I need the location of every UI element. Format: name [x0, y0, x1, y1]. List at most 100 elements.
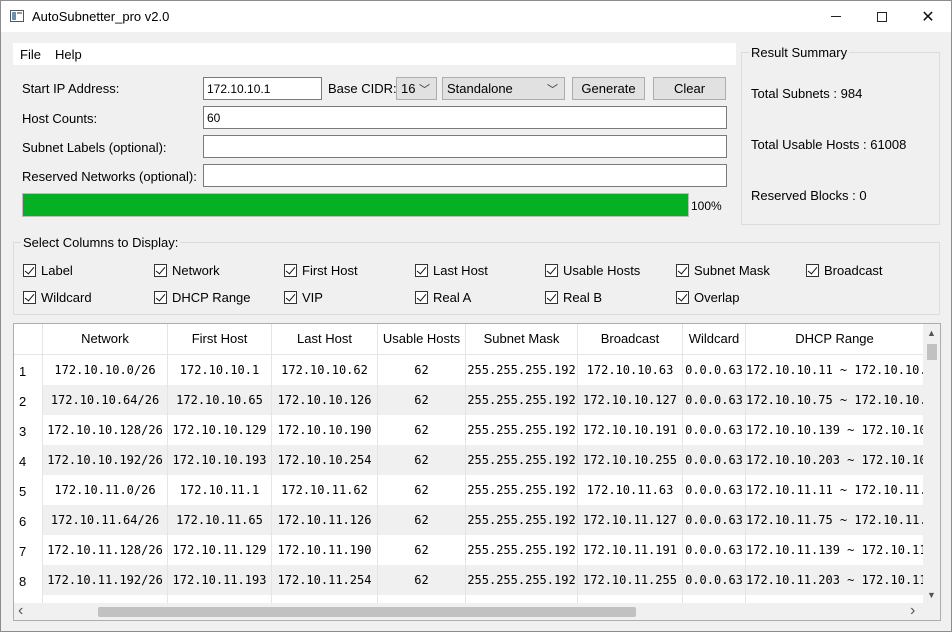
table-cell[interactable]: 62 [378, 475, 466, 505]
subnet-labels-input[interactable] [203, 135, 727, 158]
results-table[interactable]: Network First Host Last Host Usable Host… [13, 323, 941, 621]
row-number[interactable]: 1 [14, 355, 43, 385]
checkmark-icon[interactable] [545, 291, 558, 304]
clear-button[interactable]: Clear [653, 77, 726, 100]
table-cell[interactable]: 172.10.11.127 [578, 505, 683, 535]
table-cell[interactable]: 172.10.11.0/26 [43, 475, 168, 505]
row-number[interactable]: 7 [14, 535, 43, 565]
table-cell[interactable]: 172.10.10.139 ~ 172.10.10.189 [746, 415, 924, 445]
table-cell[interactable]: 172.10.10.1 [168, 355, 272, 385]
table-row[interactable]: 1 172.10.10.0/26 172.10.10.1 172.10.10.62 62… [14, 355, 924, 385]
table-row[interactable]: 2 172.10.10.64/26 172.10.10.65 172.10.10.12… [14, 385, 924, 415]
table-cell[interactable]: 172.10.11.128/26 [43, 535, 168, 565]
row-number[interactable]: 6 [14, 505, 43, 535]
table-cell[interactable]: 172.10.11.190 [272, 535, 378, 565]
table-cell[interactable]: 255.255.255.192 [466, 355, 578, 385]
checkmark-icon[interactable] [415, 291, 428, 304]
checkbox-network[interactable]: Network [154, 263, 220, 278]
table-cell[interactable]: 172.10.11.64/26 [43, 505, 168, 535]
col-header-network[interactable]: Network [43, 324, 168, 355]
table-cell[interactable]: 172.10.11.63 [578, 475, 683, 505]
checkmark-icon[interactable] [806, 264, 819, 277]
checkmark-icon[interactable] [154, 291, 167, 304]
host-counts-input[interactable]: 60 [203, 106, 727, 129]
table-cell[interactable]: 255.255.255.192 [466, 415, 578, 445]
table-cell[interactable]: 172.10.11.193 [168, 565, 272, 595]
table-cell[interactable]: 172.10.11.62 [272, 475, 378, 505]
checkmark-icon[interactable] [676, 291, 689, 304]
checkbox-last-host[interactable]: Last Host [415, 263, 488, 278]
table-cell[interactable]: 172.10.10.192/26 [43, 445, 168, 475]
table-row[interactable]: 8 172.10.11.192/26 172.10.11.193 172.10.11.… [14, 565, 924, 595]
scroll-down-icon[interactable]: ▼ [927, 590, 936, 600]
table-cell[interactable]: 172.10.11.191 [578, 535, 683, 565]
table-cell[interactable]: 172.10.10.64/26 [43, 385, 168, 415]
vertical-scrollbar[interactable]: ▲ ▼ [923, 324, 940, 605]
mode-select[interactable]: Standalone ﹀ [442, 77, 565, 100]
table-row[interactable]: 5 172.10.11.0/26 172.10.11.1 172.10.11.62 62… [14, 475, 924, 505]
table-cell[interactable]: 172.10.10.190 [272, 415, 378, 445]
checkmark-icon[interactable] [23, 291, 36, 304]
scroll-left-icon[interactable]: ‹ [18, 603, 23, 619]
menu-file[interactable]: File [20, 47, 41, 62]
generate-button[interactable]: Generate [572, 77, 645, 100]
table-cell[interactable]: 255.255.255.192 [466, 505, 578, 535]
horizontal-scroll-thumb[interactable] [98, 607, 636, 617]
col-header-wildcard[interactable]: Wildcard [683, 324, 746, 355]
checkmark-icon[interactable] [676, 264, 689, 277]
checkmark-icon[interactable] [154, 264, 167, 277]
checkmark-icon[interactable] [545, 264, 558, 277]
table-cell[interactable]: 62 [378, 385, 466, 415]
table-cell[interactable]: 0.0.0.63 [683, 415, 746, 445]
table-cell[interactable]: 62 [378, 445, 466, 475]
table-cell[interactable]: 172.10.11.192/26 [43, 565, 168, 595]
table-cell[interactable]: 172.10.11.139 ~ 172.10.11.189 [746, 535, 924, 565]
table-cell[interactable]: 172.10.10.11 ~ 172.10.10.61 [746, 355, 924, 385]
table-cell[interactable]: 172.10.10.191 [578, 415, 683, 445]
checkmark-icon[interactable] [415, 264, 428, 277]
checkbox-first-host[interactable]: First Host [284, 263, 358, 278]
table-cell[interactable]: 172.10.11.129 [168, 535, 272, 565]
table-cell[interactable]: 172.10.10.127 [578, 385, 683, 415]
table-cell[interactable]: 172.10.10.0/26 [43, 355, 168, 385]
maximize-button[interactable] [859, 1, 905, 32]
table-cell[interactable]: 172.10.11.65 [168, 505, 272, 535]
table-cell[interactable]: 172.10.11.255 [578, 565, 683, 595]
checkbox-real-b[interactable]: Real B [545, 290, 602, 305]
table-cell[interactable]: 172.10.10.193 [168, 445, 272, 475]
table-cell[interactable]: 0.0.0.63 [683, 535, 746, 565]
table-cell[interactable]: 172.10.10.129 [168, 415, 272, 445]
col-header-first-host[interactable]: First Host [168, 324, 272, 355]
table-cell[interactable]: 172.10.10.65 [168, 385, 272, 415]
scroll-right-icon[interactable]: › [910, 603, 915, 619]
table-cell[interactable]: 0.0.0.63 [683, 385, 746, 415]
checkbox-dhcp-range[interactable]: DHCP Range [154, 290, 251, 305]
table-cell[interactable]: 62 [378, 505, 466, 535]
table-cell[interactable]: 255.255.255.192 [466, 475, 578, 505]
table-cell[interactable]: 0.0.0.63 [683, 445, 746, 475]
checkbox-broadcast[interactable]: Broadcast [806, 263, 883, 278]
table-cell[interactable]: 172.10.10.63 [578, 355, 683, 385]
table-cell[interactable]: 172.10.10.126 [272, 385, 378, 415]
reserved-networks-input[interactable] [203, 164, 727, 187]
row-number[interactable]: 3 [14, 415, 43, 445]
checkbox-usable-hosts[interactable]: Usable Hosts [545, 263, 640, 278]
table-cell[interactable]: 255.255.255.192 [466, 445, 578, 475]
table-cell[interactable]: 172.10.10.203 ~ 172.10.10.253 [746, 445, 924, 475]
menu-help[interactable]: Help [55, 47, 82, 62]
checkbox-vip[interactable]: VIP [284, 290, 323, 305]
col-header-usable-hosts[interactable]: Usable Hosts [378, 324, 466, 355]
table-cell[interactable]: 172.10.11.203 ~ 172.10.11.253 [746, 565, 924, 595]
table-cell[interactable]: 172.10.10.128/26 [43, 415, 168, 445]
table-row[interactable]: 3 172.10.10.128/26 172.10.10.129 172.10.10.… [14, 415, 924, 445]
row-number[interactable]: 4 [14, 445, 43, 475]
table-cell[interactable]: 172.10.11.75 ~ 172.10.11.125 [746, 505, 924, 535]
col-header-dhcp-range[interactable]: DHCP Range [746, 324, 924, 355]
minimize-button[interactable] [813, 1, 859, 32]
table-cell[interactable]: 0.0.0.63 [683, 355, 746, 385]
row-number[interactable]: 2 [14, 385, 43, 415]
checkmark-icon[interactable] [23, 264, 36, 277]
table-cell[interactable]: 255.255.255.192 [466, 535, 578, 565]
close-button[interactable]: ✕ [905, 1, 951, 32]
table-cell[interactable]: 62 [378, 535, 466, 565]
